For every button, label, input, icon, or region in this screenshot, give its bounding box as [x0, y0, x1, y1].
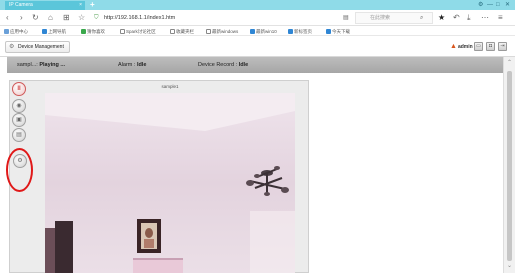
scroll-up-icon[interactable]: ⌃: [504, 59, 515, 66]
close-window-icon[interactable]: ✕: [505, 0, 510, 10]
video-title: sample1: [161, 84, 179, 89]
record-settings-icon[interactable]: ◘: [486, 42, 495, 51]
bookmark-item[interactable]: 应用中心: [4, 27, 28, 36]
pause-button[interactable]: II: [12, 82, 26, 96]
browser-titlebar: IP Camera × + ⚙ — □ ✕: [0, 0, 515, 10]
bookmark-item[interactable]: Spark讨论社区: [120, 27, 156, 36]
left-door: [45, 221, 73, 273]
bookmark-item[interactable]: 今天下载: [326, 27, 350, 36]
undo-icon[interactable]: ↶: [453, 11, 460, 25]
download-icon[interactable]: ⤓: [467, 11, 471, 25]
video-frame: [45, 93, 295, 273]
camera-video-feed: [45, 93, 295, 273]
monitor-icon[interactable]: ▭: [474, 42, 483, 51]
playback-icon: ▤: [16, 132, 22, 138]
device-tab-label: Device Management: [18, 44, 64, 50]
back-icon[interactable]: ‹: [6, 11, 9, 25]
snapshot-button[interactable]: ◉: [12, 99, 26, 113]
bookmark-item[interactable]: 上网导航: [42, 27, 66, 36]
record-button[interactable]: ▣: [12, 113, 26, 127]
highlight-annotation-circle: [6, 148, 33, 192]
bookmark-item[interactable]: 最新windows: [206, 27, 238, 36]
playback-button[interactable]: ▤: [12, 128, 26, 142]
favorite-star-icon[interactable]: ☆: [78, 11, 85, 25]
reader-icon[interactable]: ▤: [343, 11, 349, 25]
tab-close-icon[interactable]: ×: [79, 1, 82, 10]
search-icon[interactable]: ⌕: [420, 11, 423, 25]
refresh-icon[interactable]: ↻: [32, 11, 39, 25]
menu-icon[interactable]: ⚙: [478, 0, 483, 10]
shield-icon: ⛉: [94, 15, 99, 21]
bookmark-item[interactable]: 最新win10: [250, 27, 277, 36]
alarm-status: Alarm : Idle: [118, 62, 147, 68]
split-view-icon[interactable]: ⊞: [63, 11, 70, 25]
user-icon: ▲: [450, 43, 457, 50]
gear-icon: ⚙: [9, 44, 15, 50]
home-icon[interactable]: ⌂: [48, 11, 53, 25]
new-tab-button[interactable]: +: [90, 0, 95, 10]
bookmarks-bar: 应用中心 上网导航 猜你喜欢 Spark讨论社区 收藏夹栏 最新windows …: [0, 27, 515, 36]
bookmark-item[interactable]: 新标签页: [288, 27, 312, 36]
tab-title: IP Camera: [9, 2, 33, 8]
maximize-icon[interactable]: □: [496, 0, 500, 10]
camera-icon: ◉: [16, 103, 22, 109]
app-header: ⚙ Device Management ▲admin ▭ ◘ ⇥: [0, 37, 515, 57]
logout-icon[interactable]: ⇥: [498, 42, 507, 51]
navigation-bar: ‹ › ↻ ⌂ ⊞ ☆ ⛉ http://192.168.1.1/index1.…: [0, 10, 515, 26]
vertical-scrollbar[interactable]: ⌃ ⌄: [503, 57, 515, 273]
url-text: http://192.168.1.1/index1.htm: [104, 15, 176, 21]
hamburger-menu-icon[interactable]: ≡: [498, 11, 503, 25]
device-management-tab[interactable]: ⚙ Device Management: [5, 41, 70, 53]
channel-status: sampl...: Playing ...: [17, 62, 66, 68]
more-icon[interactable]: ⋯: [481, 11, 489, 25]
forward-icon[interactable]: ›: [20, 11, 23, 25]
pause-icon: II: [17, 86, 21, 92]
wall-picture: [137, 219, 161, 253]
scroll-thumb[interactable]: [507, 71, 512, 261]
bookmark-star-icon[interactable]: ★: [438, 11, 445, 25]
minimize-icon[interactable]: —: [487, 0, 493, 10]
user-name: admin: [457, 44, 473, 50]
browser-tab[interactable]: IP Camera ×: [5, 1, 85, 10]
scroll-down-icon[interactable]: ⌄: [504, 262, 515, 269]
status-bar: sampl...: Playing ... Alarm : Idle Devic…: [7, 57, 503, 73]
bookmark-item[interactable]: 猜你喜欢: [81, 27, 105, 36]
record-status: Device Record : Idle: [198, 62, 249, 68]
user-menu[interactable]: ▲admin: [450, 41, 473, 53]
bookmark-item[interactable]: 收藏夹栏: [170, 27, 194, 36]
record-icon: ▣: [16, 117, 22, 123]
search-placeholder: 在此搜索: [370, 15, 391, 21]
